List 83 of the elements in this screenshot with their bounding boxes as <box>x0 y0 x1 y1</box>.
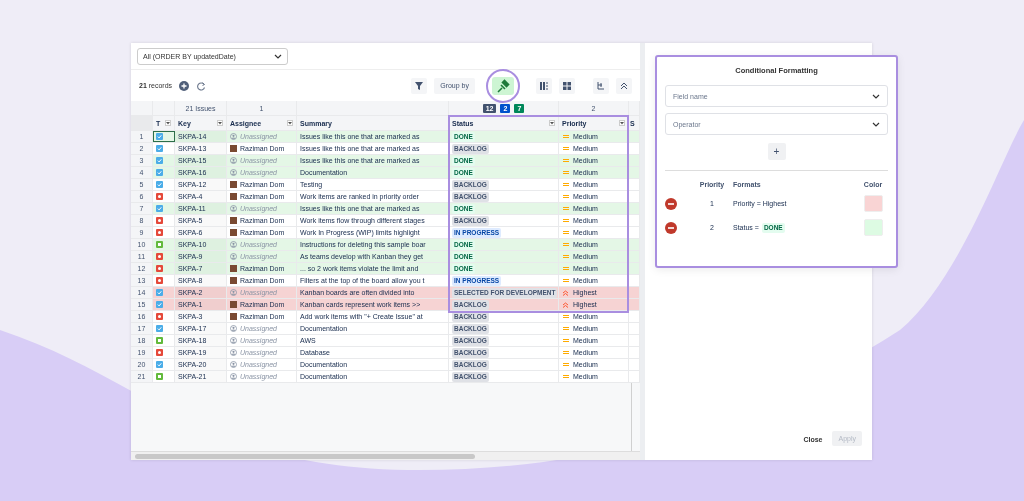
equals-icon <box>562 325 570 332</box>
bug-icon <box>156 313 163 320</box>
double-chevron-up-icon <box>562 289 570 296</box>
bug-icon <box>156 229 163 236</box>
caret-icon[interactable] <box>620 121 624 125</box>
checkbox-icon <box>156 325 163 332</box>
chevron-down-icon <box>872 120 880 128</box>
checkbox-icon <box>156 361 163 368</box>
equals-icon <box>562 133 570 140</box>
person-icon <box>230 361 237 368</box>
tree-button[interactable] <box>593 77 609 94</box>
person-icon <box>230 253 237 260</box>
equals-icon <box>562 337 570 344</box>
selected-cell[interactable] <box>153 131 175 142</box>
person-icon <box>230 373 237 380</box>
checkbox-icon <box>156 289 163 296</box>
remove-icon[interactable] <box>665 197 677 210</box>
columns-button[interactable] <box>536 77 552 94</box>
collapse-icon <box>619 80 629 91</box>
equals-icon <box>562 181 570 188</box>
grid-icon <box>562 80 572 91</box>
person-icon <box>230 337 237 344</box>
equals-icon <box>562 277 570 284</box>
story-icon <box>156 241 163 248</box>
checkbox-icon <box>156 157 163 164</box>
person-icon <box>230 349 237 356</box>
person-icon <box>230 205 237 212</box>
chevron-down-icon <box>274 53 282 60</box>
equals-icon <box>562 313 570 320</box>
bug-icon <box>156 217 163 224</box>
person-icon <box>230 157 237 164</box>
bug-icon <box>156 253 163 260</box>
person-icon <box>230 169 237 176</box>
equals-icon <box>562 241 570 248</box>
checkbox-icon <box>156 181 163 188</box>
refresh-icon[interactable] <box>196 80 207 91</box>
checkbox-icon <box>156 205 163 212</box>
equals-icon <box>562 145 570 152</box>
checkbox-icon <box>156 133 163 140</box>
caret-icon[interactable] <box>218 121 222 125</box>
equals-icon <box>562 229 570 236</box>
checkbox-icon <box>156 145 163 152</box>
equals-icon <box>562 169 570 176</box>
checkbox-icon <box>156 169 163 176</box>
double-chevron-up-icon <box>562 301 570 308</box>
equals-icon <box>562 253 570 260</box>
horizontal-scrollbar[interactable] <box>131 451 640 460</box>
equals-icon <box>562 217 570 224</box>
bug-icon <box>156 349 163 356</box>
equals-icon <box>562 373 570 380</box>
grid-button[interactable] <box>559 77 575 94</box>
equals-icon <box>562 205 570 212</box>
caret-icon[interactable] <box>166 121 170 125</box>
person-icon <box>230 241 237 248</box>
person-icon <box>230 325 237 332</box>
bug-icon <box>156 193 163 200</box>
equals-icon <box>562 361 570 368</box>
person-icon <box>230 289 237 296</box>
caret-icon[interactable] <box>550 121 554 125</box>
collapse-button[interactable] <box>616 77 632 94</box>
equals-icon <box>562 349 570 356</box>
add-icon[interactable] <box>179 80 190 91</box>
tree-icon <box>596 80 606 91</box>
equals-icon <box>562 193 570 200</box>
equals-icon <box>562 157 570 164</box>
person-icon <box>230 133 237 140</box>
add-rule-button[interactable]: + <box>767 143 786 160</box>
equals-icon <box>562 265 570 272</box>
bug-icon <box>156 277 163 284</box>
color-swatch[interactable] <box>863 195 883 212</box>
bug-icon <box>156 265 163 272</box>
caret-icon[interactable] <box>288 121 292 125</box>
filter-button[interactable] <box>411 77 428 94</box>
highlight-button[interactable] <box>492 76 514 95</box>
avatar-placeholder <box>230 145 237 152</box>
story-icon <box>156 373 163 380</box>
columns-icon <box>539 80 549 91</box>
color-swatch[interactable] <box>863 219 883 236</box>
chevron-down-icon <box>872 92 880 100</box>
remove-icon[interactable] <box>665 221 677 234</box>
story-icon <box>156 337 163 344</box>
filter-icon <box>414 80 425 91</box>
checkbox-icon <box>156 301 163 308</box>
